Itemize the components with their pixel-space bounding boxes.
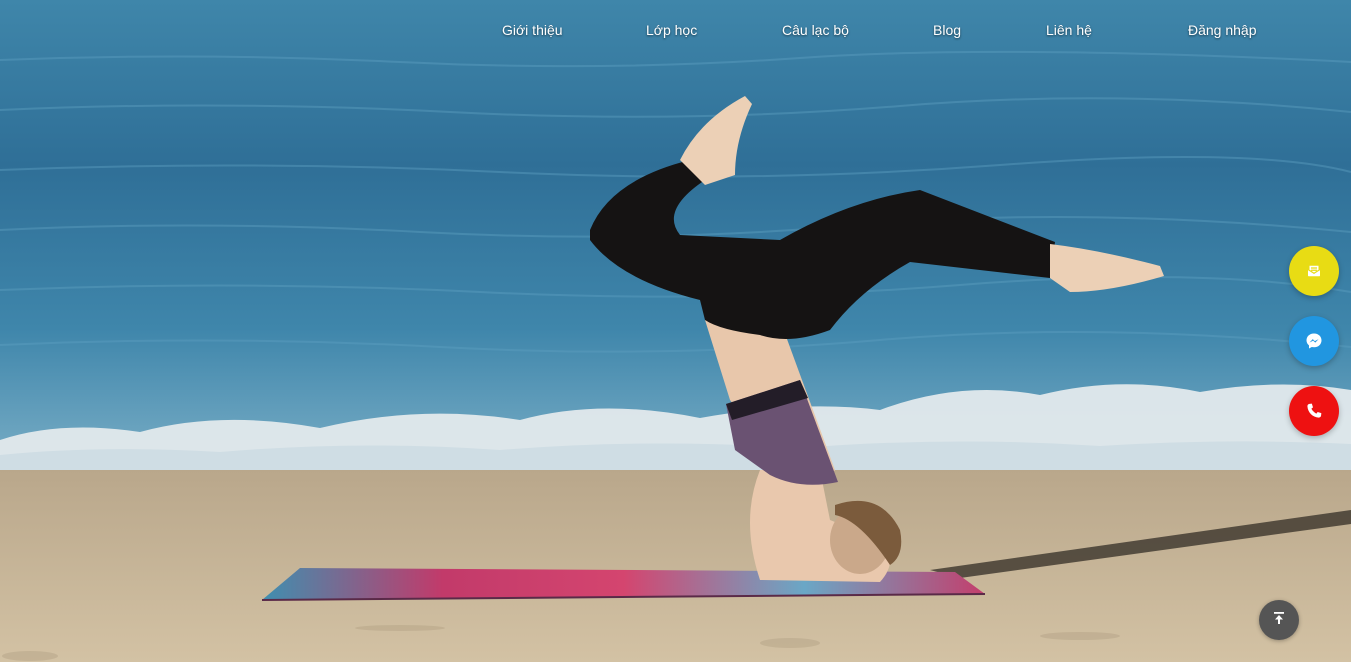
phone-icon bbox=[1304, 401, 1324, 421]
hero-background-image bbox=[0, 0, 1351, 662]
main-navigation: Giới thiệu Lớp học Câu lạc bộ Blog Liên … bbox=[0, 20, 1351, 42]
nav-item-dang-nhap[interactable]: Đăng nhập bbox=[1188, 20, 1257, 40]
nav-item-cau-lac-bo[interactable]: Câu lạc bộ bbox=[782, 20, 849, 40]
phone-contact-button[interactable] bbox=[1289, 386, 1339, 436]
messenger-icon bbox=[1304, 331, 1324, 351]
back-to-top-button[interactable] bbox=[1259, 600, 1299, 640]
nav-item-blog[interactable]: Blog bbox=[933, 20, 961, 40]
messenger-contact-button[interactable] bbox=[1289, 316, 1339, 366]
mail-icon bbox=[1305, 262, 1323, 280]
arrow-up-to-line-icon bbox=[1272, 611, 1286, 630]
mail-contact-button[interactable] bbox=[1289, 246, 1339, 296]
nav-item-gioi-thieu[interactable]: Giới thiệu bbox=[502, 20, 563, 40]
nav-item-lop-hoc[interactable]: Lớp học bbox=[646, 20, 697, 40]
nav-item-lien-he[interactable]: Liên hệ bbox=[1046, 20, 1092, 40]
